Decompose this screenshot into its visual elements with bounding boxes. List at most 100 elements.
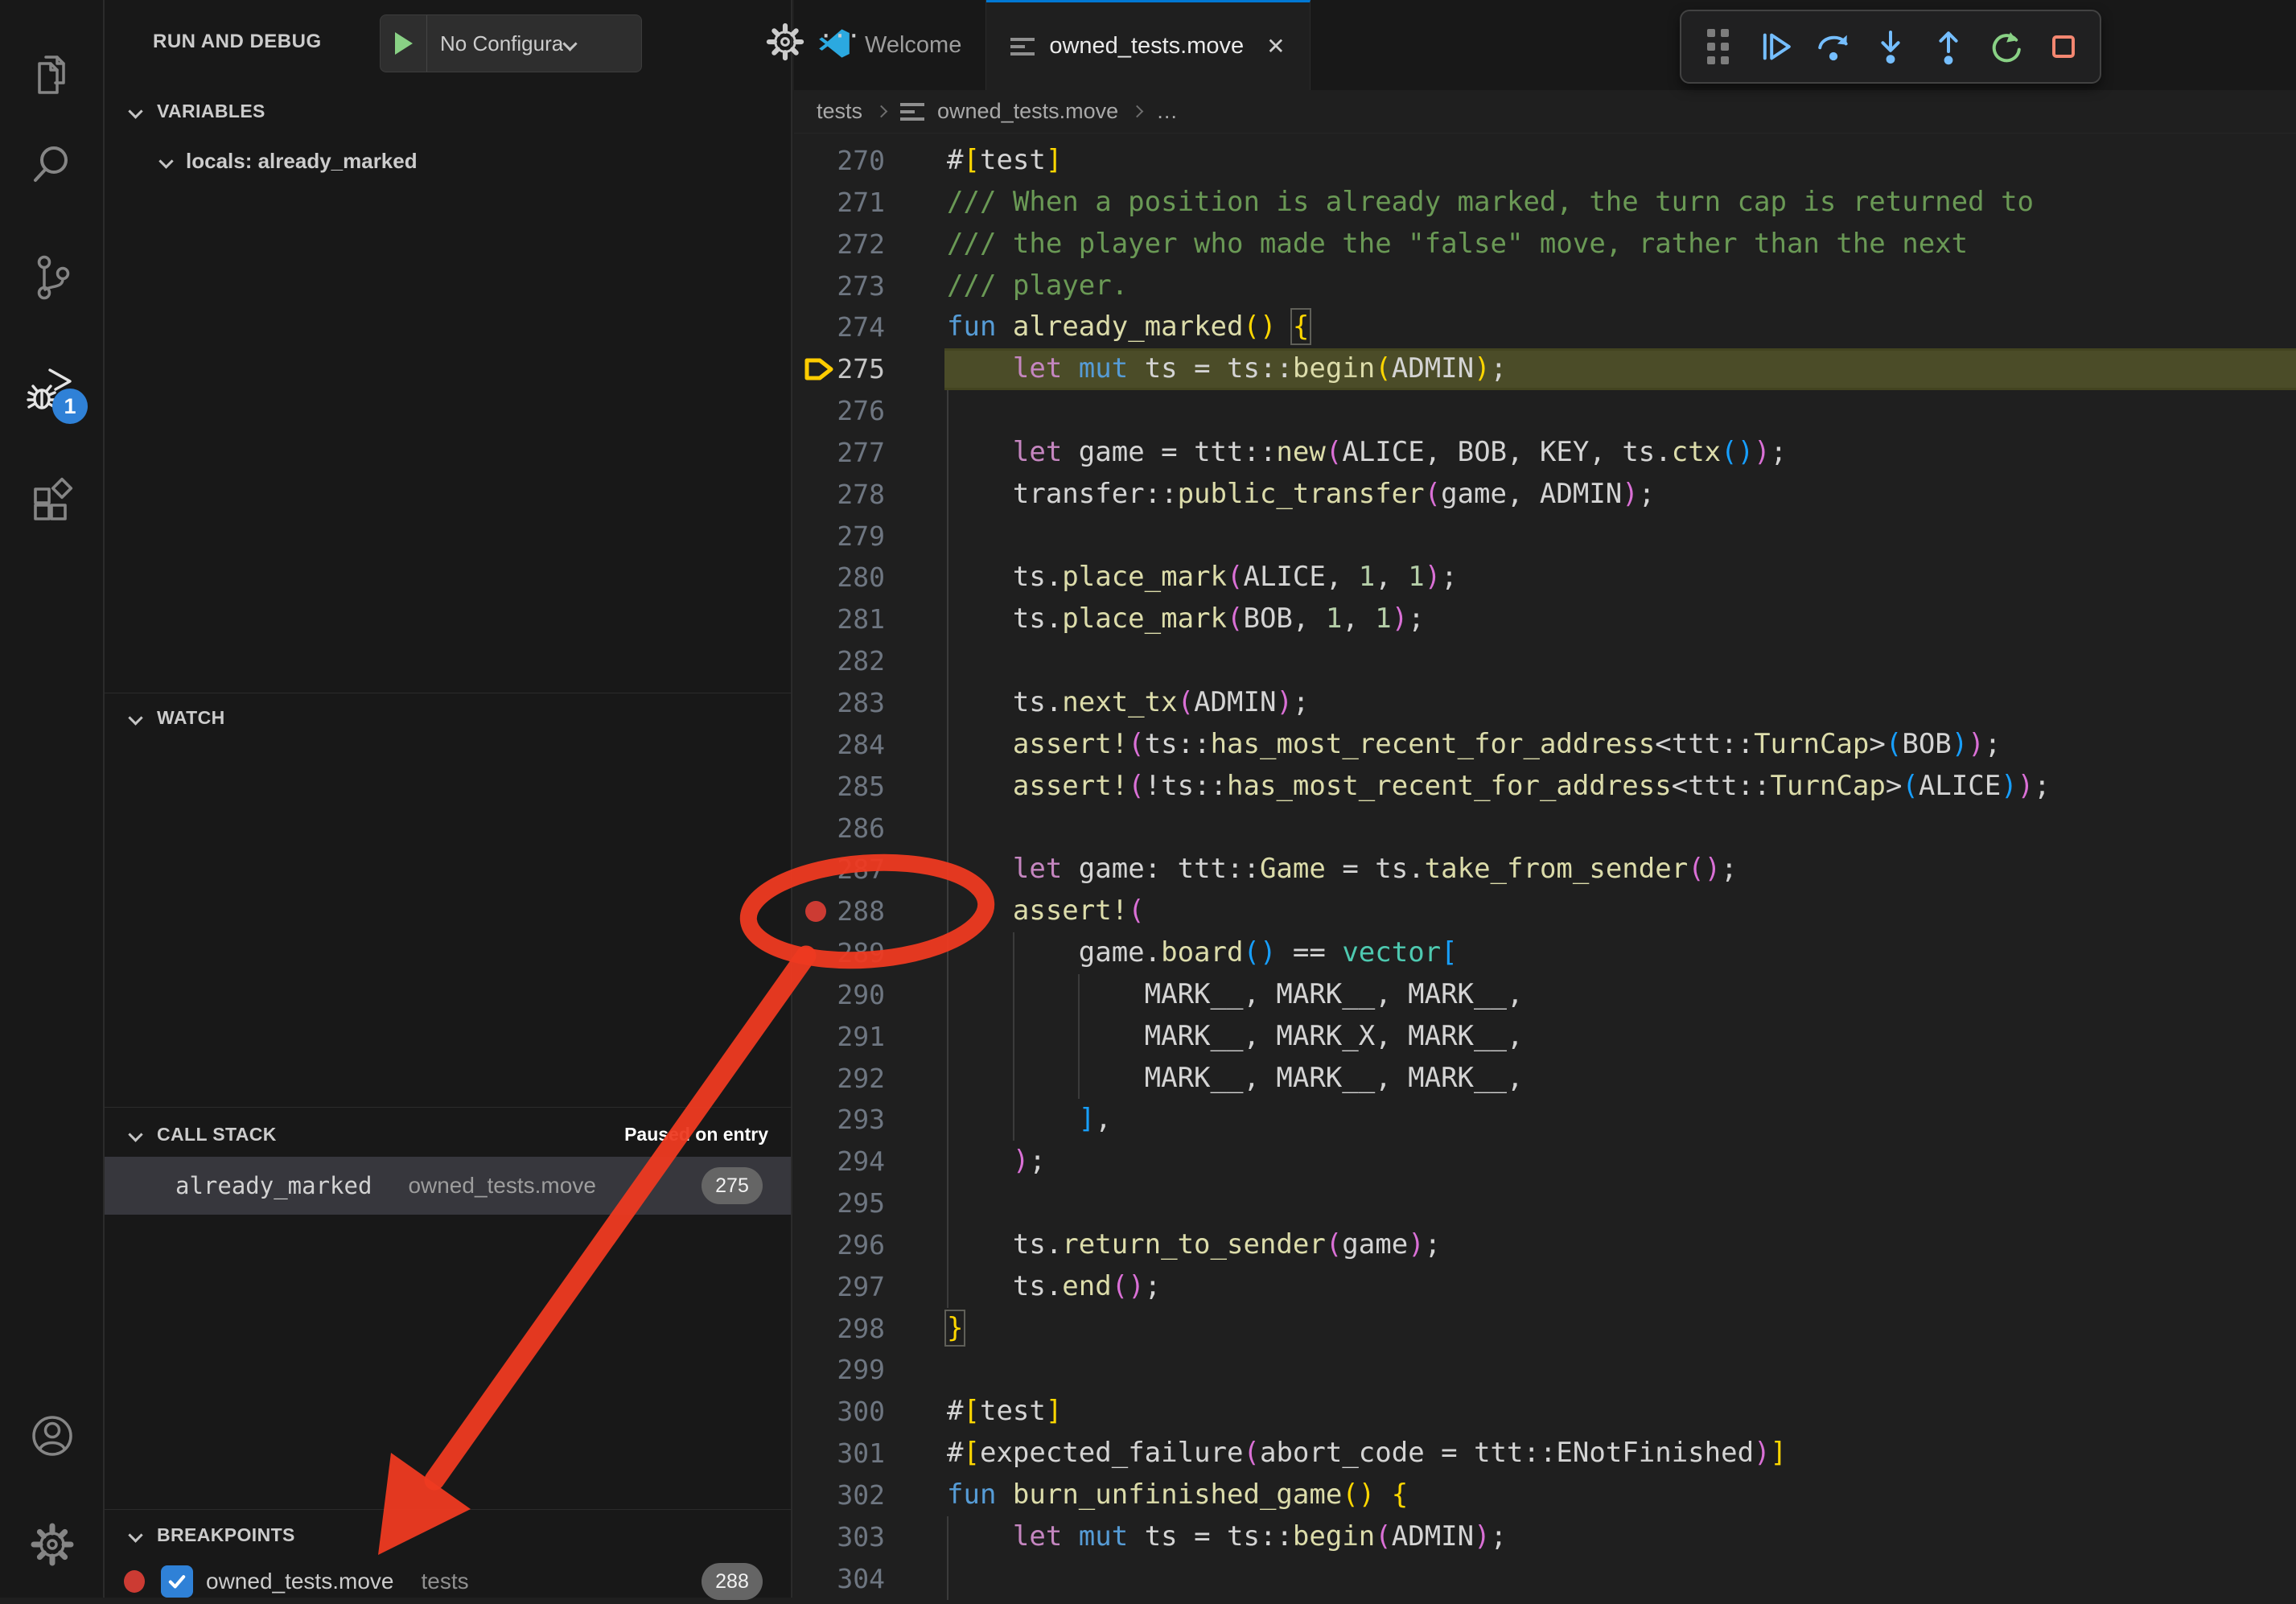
breadcrumb-item[interactable]: tests — [817, 99, 862, 124]
code-line-295[interactable]: 295 — [794, 1182, 2296, 1224]
continue-icon[interactable] — [1755, 26, 1796, 68]
step-into-icon[interactable] — [1870, 26, 1911, 68]
watch-section-header[interactable]: WATCH — [105, 698, 791, 737]
code-line-270[interactable]: 270#[test] — [794, 140, 2296, 182]
line-number[interactable]: 289 — [794, 932, 885, 974]
code-line-274[interactable]: 274fun already_marked() { — [794, 306, 2296, 348]
line-number[interactable]: 294 — [794, 1141, 885, 1182]
line-number[interactable]: 280 — [794, 557, 885, 598]
code-line-289[interactable]: 289 game.board() == vector[ — [794, 932, 2296, 974]
breadcrumb-item[interactable]: … — [1156, 99, 1178, 124]
start-debugging-icon[interactable] — [381, 15, 427, 72]
restart-icon[interactable] — [1985, 26, 2026, 68]
extensions-icon[interactable] — [27, 477, 78, 528]
step-over-icon[interactable] — [1813, 26, 1854, 68]
call-stack-section-header[interactable]: CALL STACK Paused on entry — [105, 1115, 791, 1154]
code-line-279[interactable]: 279 — [794, 516, 2296, 557]
code-line-296[interactable]: 296 ts.return_to_sender(game); — [794, 1224, 2296, 1266]
code-line-272[interactable]: 272/// the player who made the "false" m… — [794, 224, 2296, 265]
variables-scope-row[interactable]: locals: already_marked — [105, 142, 791, 180]
code-line-290[interactable]: 290 MARK__, MARK__, MARK__, — [794, 974, 2296, 1016]
line-number[interactable]: 272 — [794, 224, 885, 265]
close-icon[interactable]: ✕ — [1266, 33, 1285, 60]
line-number[interactable]: 288 — [794, 890, 885, 932]
breakpoints-section-header[interactable]: BREAKPOINTS — [105, 1516, 791, 1554]
line-number[interactable]: 302 — [794, 1474, 885, 1516]
code-line-302[interactable]: 302fun burn_unfinished_game() { — [794, 1474, 2296, 1516]
debug-settings-gear-icon[interactable] — [763, 19, 808, 64]
launch-configuration-dropdown[interactable]: No Configura — [380, 14, 642, 72]
more-actions-icon[interactable]: ··· — [821, 16, 862, 52]
line-number[interactable]: 301 — [794, 1433, 885, 1474]
line-number[interactable]: 279 — [794, 516, 885, 557]
line-number[interactable]: 295 — [794, 1182, 885, 1224]
line-number[interactable]: 284 — [794, 724, 885, 766]
line-number[interactable]: 304 — [794, 1558, 885, 1600]
line-number[interactable]: 292 — [794, 1058, 885, 1100]
line-number[interactable]: 286 — [794, 808, 885, 849]
breakpoint-checkbox[interactable] — [161, 1565, 193, 1598]
code-line-271[interactable]: 271/// When a position is already marked… — [794, 182, 2296, 224]
line-number[interactable]: 275 — [794, 348, 885, 390]
line-number[interactable]: 276 — [794, 390, 885, 432]
code-line-286[interactable]: 286 — [794, 808, 2296, 849]
breadcrumb-item[interactable]: owned_tests.move — [937, 99, 1118, 124]
code-line-288[interactable]: 288 assert!( — [794, 890, 2296, 932]
code-line-282[interactable]: 282 — [794, 640, 2296, 682]
line-number[interactable]: 277 — [794, 432, 885, 474]
settings-icon[interactable] — [27, 1519, 78, 1570]
line-number[interactable]: 282 — [794, 640, 885, 682]
stop-icon[interactable] — [2043, 26, 2084, 68]
code-line-291[interactable]: 291 MARK__, MARK_X, MARK__, — [794, 1016, 2296, 1058]
code-line-300[interactable]: 300#[test] — [794, 1391, 2296, 1433]
code-line-277[interactable]: 277 let game = ttt::new(ALICE, BOB, KEY,… — [794, 432, 2296, 474]
explorer-icon[interactable] — [27, 51, 78, 102]
line-number[interactable]: 281 — [794, 598, 885, 640]
code-line-299[interactable]: 299 — [794, 1349, 2296, 1391]
line-number[interactable]: 287 — [794, 849, 885, 890]
code-line-275[interactable]: 275 let mut ts = ts::begin(ADMIN); — [794, 348, 2296, 390]
line-number[interactable]: 290 — [794, 974, 885, 1016]
account-icon[interactable] — [27, 1410, 78, 1462]
breadcrumb[interactable]: tests owned_tests.move … — [794, 90, 2296, 134]
code-editor[interactable]: 270#[test]271/// When a position is alre… — [794, 134, 2296, 1598]
code-line-281[interactable]: 281 ts.place_mark(BOB, 1, 1); — [794, 598, 2296, 640]
line-number[interactable]: 303 — [794, 1516, 885, 1558]
code-line-301[interactable]: 301#[expected_failure(abort_code = ttt::… — [794, 1433, 2296, 1474]
code-line-298[interactable]: 298} — [794, 1308, 2296, 1350]
code-line-278[interactable]: 278 transfer::public_transfer(game, ADMI… — [794, 474, 2296, 516]
call-stack-frame-row[interactable]: already_marked owned_tests.move 275 — [105, 1157, 791, 1215]
code-line-284[interactable]: 284 assert!(ts::has_most_recent_for_addr… — [794, 724, 2296, 766]
line-number[interactable]: 291 — [794, 1016, 885, 1058]
code-line-287[interactable]: 287 let game: ttt::Game = ts.take_from_s… — [794, 849, 2296, 890]
search-icon[interactable] — [27, 139, 78, 191]
line-number[interactable]: 299 — [794, 1349, 885, 1391]
code-line-276[interactable]: 276 — [794, 390, 2296, 432]
line-number[interactable]: 283 — [794, 682, 885, 724]
line-number[interactable]: 273 — [794, 265, 885, 307]
code-line-294[interactable]: 294 ); — [794, 1141, 2296, 1182]
line-number[interactable]: 271 — [794, 182, 885, 224]
code-line-280[interactable]: 280 ts.place_mark(ALICE, 1, 1); — [794, 557, 2296, 598]
code-line-304[interactable]: 304 — [794, 1558, 2296, 1600]
code-line-273[interactable]: 273/// player. — [794, 265, 2296, 307]
code-line-297[interactable]: 297 ts.end(); — [794, 1266, 2296, 1308]
line-number[interactable]: 296 — [794, 1224, 885, 1266]
line-number[interactable]: 274 — [794, 306, 885, 348]
code-line-293[interactable]: 293 ], — [794, 1099, 2296, 1141]
line-number[interactable]: 300 — [794, 1391, 885, 1433]
line-number[interactable]: 270 — [794, 140, 885, 182]
line-number[interactable]: 298 — [794, 1308, 885, 1350]
code-line-303[interactable]: 303 let mut ts = ts::begin(ADMIN); — [794, 1516, 2296, 1558]
code-line-283[interactable]: 283 ts.next_tx(ADMIN); — [794, 682, 2296, 724]
source-control-icon[interactable] — [27, 252, 78, 303]
code-line-292[interactable]: 292 MARK__, MARK__, MARK__, — [794, 1058, 2296, 1100]
line-number[interactable]: 293 — [794, 1099, 885, 1141]
line-number[interactable]: 297 — [794, 1266, 885, 1308]
line-number[interactable]: 285 — [794, 766, 885, 808]
tab-owned-tests-move[interactable]: owned_tests.move✕ — [986, 0, 1310, 90]
run-and-debug-icon[interactable]: 1 — [27, 364, 78, 416]
step-out-icon[interactable] — [1928, 26, 1969, 68]
variables-section-header[interactable]: VARIABLES — [105, 92, 791, 130]
code-line-285[interactable]: 285 assert!(!ts::has_most_recent_for_add… — [794, 766, 2296, 808]
